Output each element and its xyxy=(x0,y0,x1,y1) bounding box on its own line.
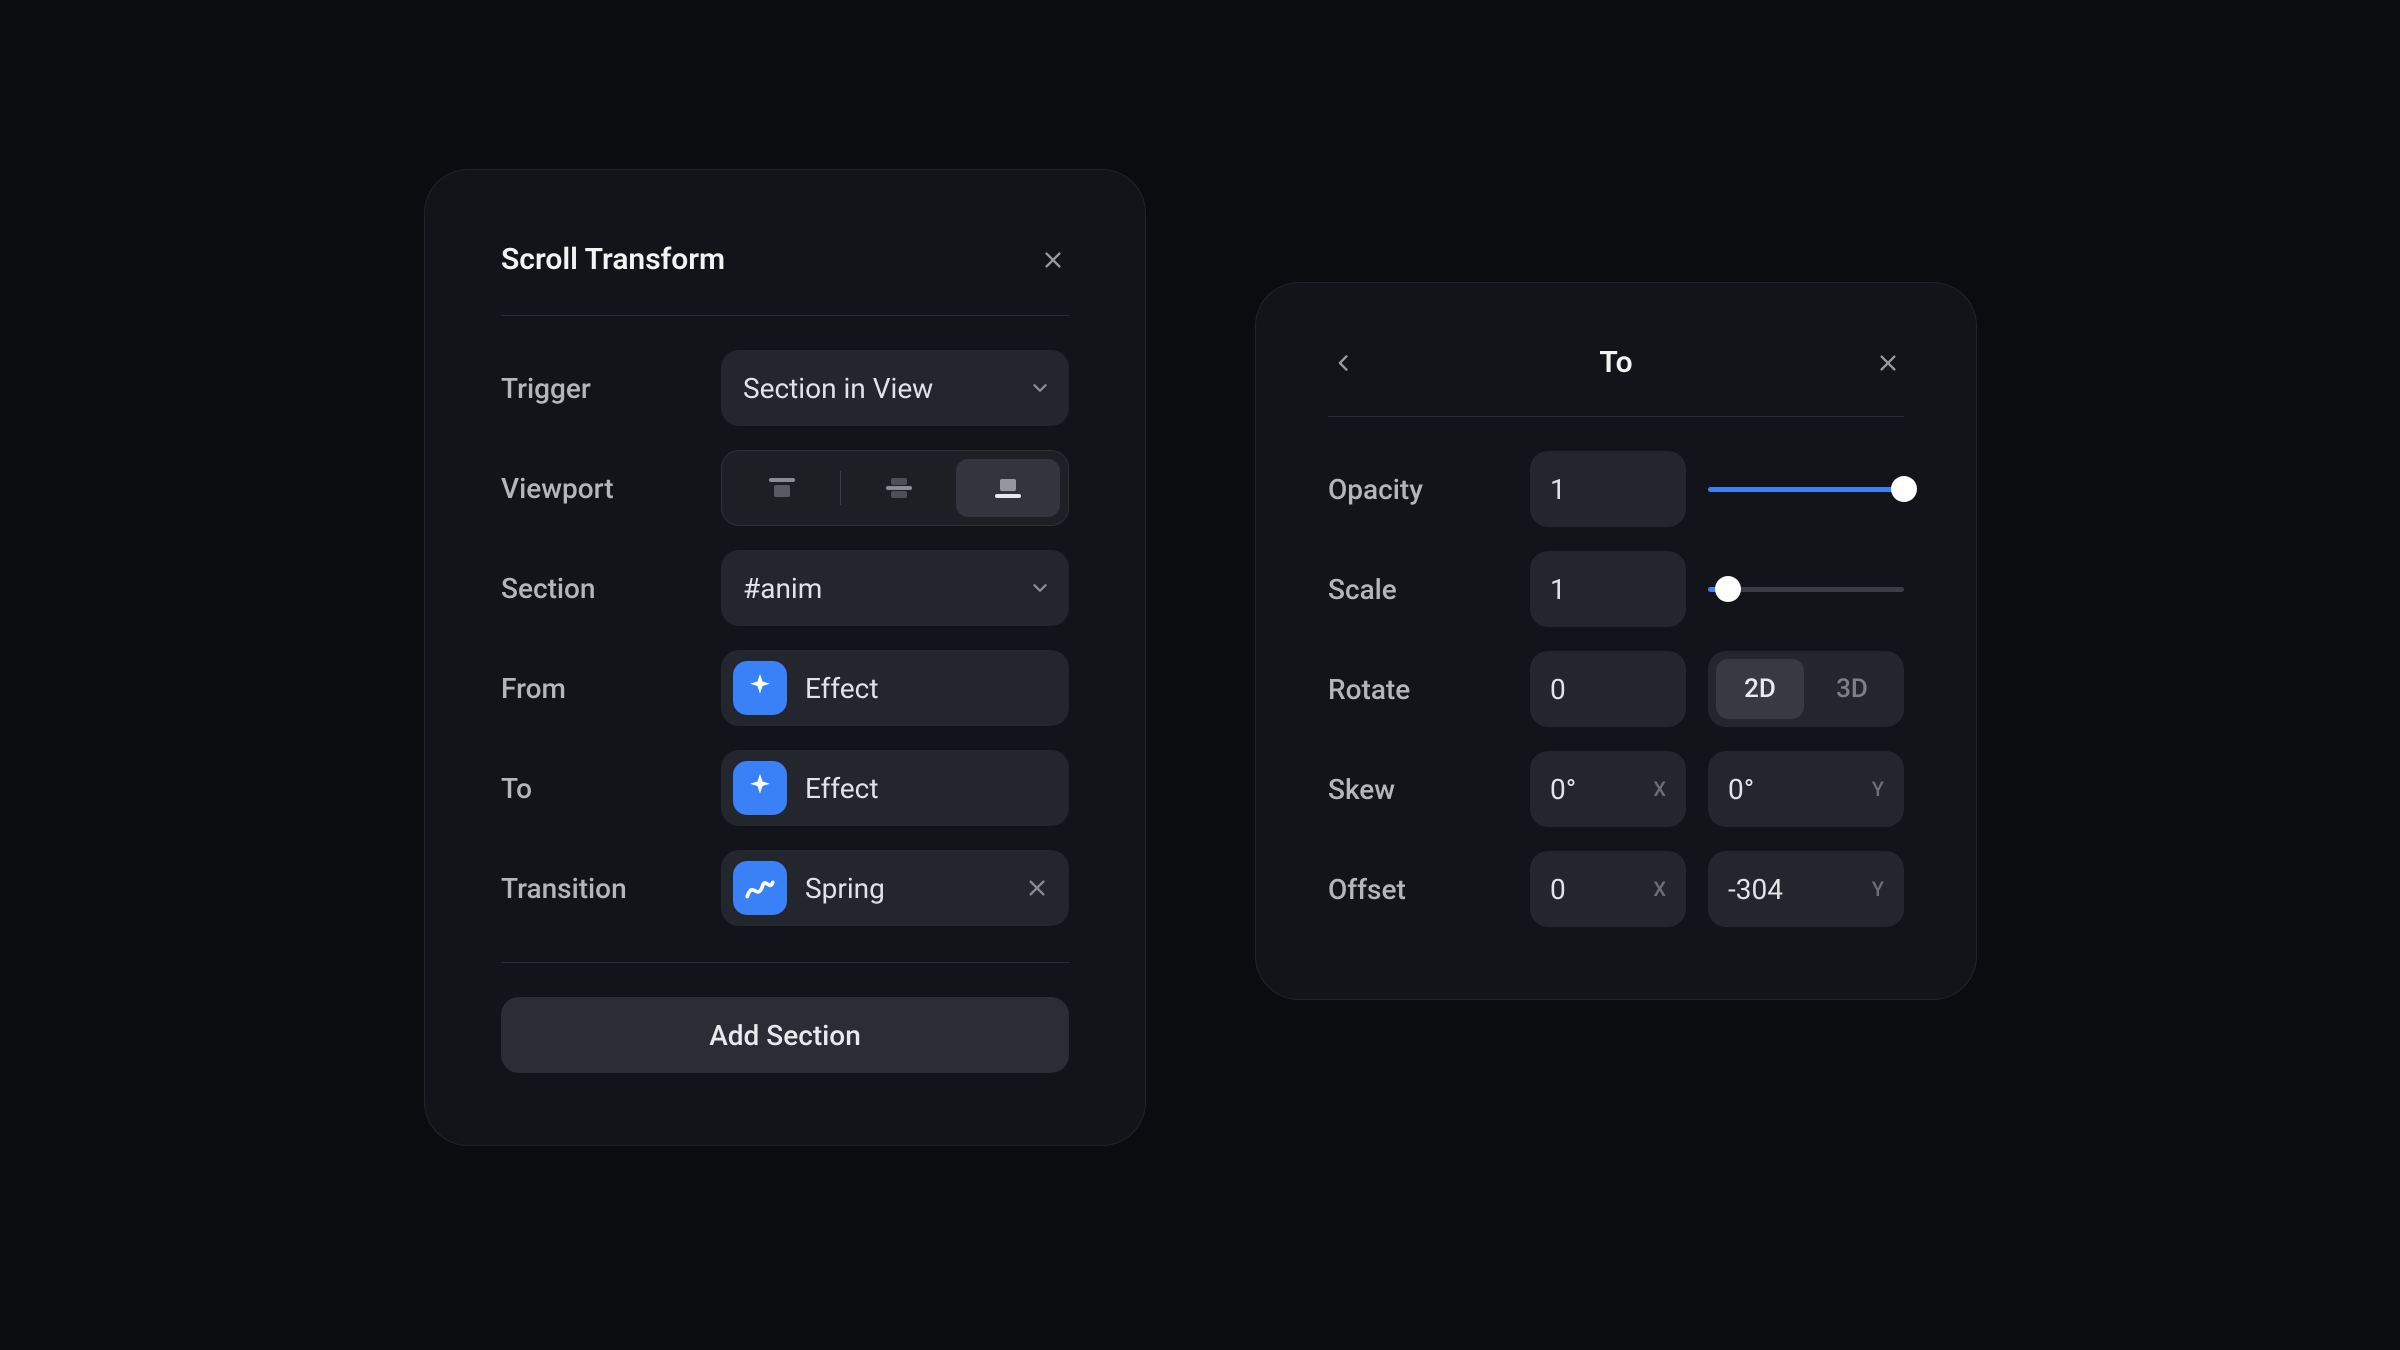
label-opacity: Opacity xyxy=(1328,473,1508,506)
opacity-input[interactable]: 1 xyxy=(1530,451,1686,527)
row-from: From Effect xyxy=(501,650,1069,726)
row-opacity: Opacity 1 xyxy=(1328,451,1904,527)
chevron-down-icon xyxy=(1029,377,1051,399)
trigger-select[interactable]: Section in View xyxy=(721,350,1069,426)
add-section-label: Add Section xyxy=(709,1019,861,1052)
row-section: Section #anim xyxy=(501,550,1069,626)
row-scale: Scale 1 xyxy=(1328,551,1904,627)
row-transition: Transition Spring xyxy=(501,850,1069,926)
remove-transition-icon[interactable] xyxy=(1023,874,1051,902)
label-rotate: Rotate xyxy=(1328,673,1508,706)
panel-title: Scroll Transform xyxy=(501,242,725,277)
offset-y-value: -304 xyxy=(1728,873,1872,906)
axis-label-y: Y xyxy=(1872,777,1884,801)
offset-x-input[interactable]: 0 X xyxy=(1530,851,1686,927)
row-trigger: Trigger Section in View xyxy=(501,350,1069,426)
section-value: #anim xyxy=(743,572,1029,605)
chevron-down-icon xyxy=(1029,577,1051,599)
from-effect-button[interactable]: Effect xyxy=(721,650,1069,726)
row-skew: Skew 0° X 0° Y xyxy=(1328,751,1904,827)
row-viewport: Viewport xyxy=(501,450,1069,526)
back-icon[interactable] xyxy=(1328,347,1360,379)
label-to: To xyxy=(501,772,701,805)
skew-y-value: 0° xyxy=(1728,773,1872,806)
to-value: Effect xyxy=(805,772,1051,805)
sparkle-icon xyxy=(733,761,787,815)
panel-title: To xyxy=(1599,345,1632,380)
label-skew: Skew xyxy=(1328,773,1508,806)
segment-divider xyxy=(840,471,841,505)
label-scale: Scale xyxy=(1328,573,1508,606)
viewport-segmented xyxy=(721,450,1069,526)
close-icon[interactable] xyxy=(1872,347,1904,379)
close-icon[interactable] xyxy=(1037,244,1069,276)
label-trigger: Trigger xyxy=(501,372,701,405)
rotate-2d-option[interactable]: 2D xyxy=(1716,659,1804,719)
add-section-button[interactable]: Add Section xyxy=(501,997,1069,1073)
viewport-option-center[interactable] xyxy=(847,459,951,517)
scale-value: 1 xyxy=(1550,573,1666,606)
scale-slider[interactable] xyxy=(1708,577,1904,601)
from-value: Effect xyxy=(805,672,1051,705)
row-offset: Offset 0 X -304 Y xyxy=(1328,851,1904,927)
label-transition: Transition xyxy=(501,872,701,905)
spring-curve-icon xyxy=(733,861,787,915)
rotate-value: 0 xyxy=(1550,673,1666,706)
slider-fill xyxy=(1708,487,1904,492)
skew-x-value: 0° xyxy=(1550,773,1653,806)
skew-y-input[interactable]: 0° Y xyxy=(1708,751,1904,827)
slider-thumb[interactable] xyxy=(1715,576,1741,602)
viewport-option-top[interactable] xyxy=(730,459,834,517)
offset-x-value: 0 xyxy=(1550,873,1653,906)
label-from: From xyxy=(501,672,701,705)
row-to: To Effect xyxy=(501,750,1069,826)
section-select[interactable]: #anim xyxy=(721,550,1069,626)
rotate-dimension-toggle: 2D 3D xyxy=(1708,651,1904,727)
scroll-transform-panel: Scroll Transform Trigger Section in View… xyxy=(424,169,1146,1146)
rotate-3d-option[interactable]: 3D xyxy=(1808,659,1896,719)
divider xyxy=(501,962,1069,963)
opacity-slider[interactable] xyxy=(1708,477,1904,501)
sparkle-icon xyxy=(733,661,787,715)
to-effect-button[interactable]: Effect xyxy=(721,750,1069,826)
slider-thumb[interactable] xyxy=(1891,476,1917,502)
viewport-option-bottom[interactable] xyxy=(956,459,1060,517)
panel-header: Scroll Transform xyxy=(501,242,1069,316)
rotate-input[interactable]: 0 xyxy=(1530,651,1686,727)
axis-label-x: X xyxy=(1653,877,1666,901)
skew-x-input[interactable]: 0° X xyxy=(1530,751,1686,827)
transition-button[interactable]: Spring xyxy=(721,850,1069,926)
opacity-value: 1 xyxy=(1550,473,1666,506)
axis-label-x: X xyxy=(1653,777,1666,801)
label-section: Section xyxy=(501,572,701,605)
transition-value: Spring xyxy=(805,872,1023,905)
to-properties-panel: To Opacity 1 Scale 1 Rotate 0 xyxy=(1255,282,1977,1000)
offset-y-input[interactable]: -304 Y xyxy=(1708,851,1904,927)
scale-input[interactable]: 1 xyxy=(1530,551,1686,627)
label-viewport: Viewport xyxy=(501,472,701,505)
panel-header: To xyxy=(1328,345,1904,417)
trigger-value: Section in View xyxy=(743,372,1029,405)
label-offset: Offset xyxy=(1328,873,1508,906)
axis-label-y: Y xyxy=(1872,877,1884,901)
row-rotate: Rotate 0 2D 3D xyxy=(1328,651,1904,727)
